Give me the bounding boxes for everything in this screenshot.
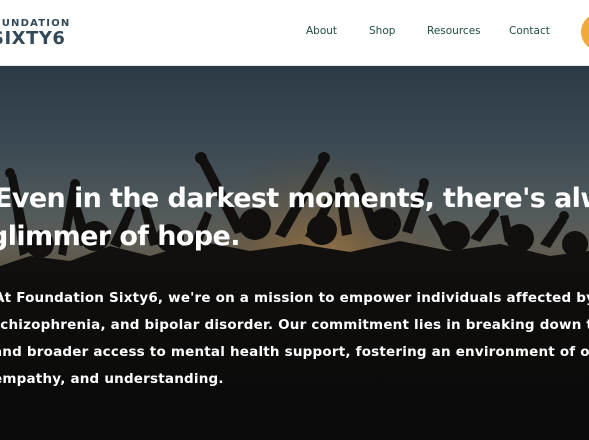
nav-link-contact[interactable]: Contact xyxy=(509,25,550,37)
hero-mission-text: At Foundation Sixty6, we're on a mission… xyxy=(0,285,589,387)
hero-body-line: At Foundation Sixty6, we're on a mission… xyxy=(0,290,589,306)
hero-section: Even in the darkest moments, there's alw… xyxy=(0,66,589,440)
hero-headline-line: glimmer of hope. xyxy=(0,221,241,252)
hero-body-line: empathy, and understanding. xyxy=(0,371,224,387)
nav-link-about[interactable]: About xyxy=(306,25,337,37)
cta-button[interactable] xyxy=(581,13,589,51)
site-header: FOUNDATION SIXTY6 About Shop Resources C… xyxy=(0,0,589,66)
nav-link-resources[interactable]: Resources xyxy=(427,25,481,37)
hero-headline: Even in the darkest moments, there's alw… xyxy=(0,180,589,256)
hero-body-line: and broader access to mental health supp… xyxy=(0,344,589,360)
hero-body-line: schizophrenia, and bipolar disorder. Our… xyxy=(0,317,589,333)
nav-link-shop[interactable]: Shop xyxy=(369,25,395,37)
hero-headline-line: Even in the darkest moments, there's alw… xyxy=(0,183,589,214)
main-nav: About Shop Resources Contact xyxy=(0,25,589,41)
